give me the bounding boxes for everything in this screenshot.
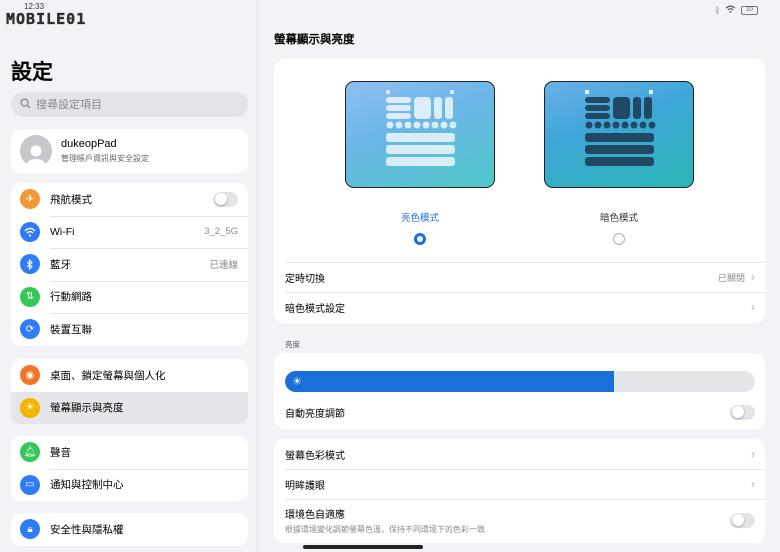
sidebar-item-continuity[interactable]: ⟳ 裝置互聯 [11,313,248,346]
sidebar-item-display[interactable]: ☀ 螢幕顯示與亮度 [11,391,248,424]
eye-comfort-row[interactable]: 明眸護眼 › [274,469,765,499]
continuity-icon: ⟳ [20,319,40,340]
brightness-section-label: 亮度 [285,340,300,349]
sidebar-item-label: 裝置互聯 [50,323,92,336]
auto-brightness-row: 自動亮度調節 [274,397,765,427]
brightness-slider[interactable]: ☀ [285,371,755,392]
sidebar-item-wallpaper[interactable]: ◉ 桌面、鎖定螢幕與個人化 [11,359,248,392]
main-panel: ᛒ 10 螢幕顯示與亮度 亮色模式 暗色模式 定時切換 已關閉 › 暗色模式設定… [259,0,780,552]
schedule-label: 定時切換 [285,273,325,285]
dark-mode-radio[interactable] [613,233,625,245]
sidebar-item-label: 行動網路 [50,291,92,304]
sun-icon: ☀ [292,376,302,388]
light-mode-radio[interactable] [414,233,426,245]
cellular-icon: ⇅ [20,286,40,307]
dark-mode-label: 暗色模式 [599,213,638,224]
brightness-slider-fill [285,371,614,392]
home-indicator [303,545,423,549]
profile-name: dukeopPad [61,138,117,150]
bell-icon: 🔔︎ [20,442,40,463]
sidebar-item-label: 飛航模式 [50,193,92,206]
color-mode-label: 螢幕色彩模式 [285,450,345,462]
palette-icon: ◉ [20,365,40,386]
airplane-toggle[interactable] [213,191,238,207]
wifi-status-icon [725,5,736,15]
profile-card[interactable]: dukeopPad 管理帳戶資訊與安全設定 [11,129,248,173]
brightness-icon: ☀ [20,397,40,418]
light-mode-label: 亮色模式 [400,213,439,224]
sidebar-item-label: Wi-Fi [50,225,75,238]
logo-text: MOBILE01 [6,10,87,28]
ambient-description: 根據環境變化調節螢幕色溫，保持不同環境下的色彩一致 [285,524,485,534]
sidebar-item-airplane[interactable]: ✈ 飛航模式 [11,183,248,216]
search-bar[interactable] [11,92,248,117]
sidebar: 12:33 MOBILE01 設定 dukeopPad 管理帳戶資訊與安全設定 … [0,0,258,552]
ambient-toggle[interactable] [730,512,755,528]
sidebar-item-label: 桌面、鎖定螢幕與個人化 [50,369,166,382]
dark-mode-preview [544,81,694,188]
sidebar-item-label: 安全性與隱私權 [50,523,124,536]
avatar [20,135,52,167]
light-mode-option[interactable]: 亮色模式 [345,81,495,245]
mobile01-logo: 12:33 MOBILE01 [6,2,87,28]
ambient-row: 環境色自適應 根據環境變化調節螢幕色溫，保持不同環境下的色彩一致 [274,499,765,541]
wifi-network-name: 3_2_5G [204,226,238,238]
schedule-value: 已關閉 [717,272,745,283]
bluetooth-status-icon: ᛒ [715,5,720,15]
sidebar-item-label: 通知與控制中心 [50,479,124,492]
auto-brightness-toggle[interactable] [730,404,755,420]
notification-icon: ▭ [20,474,40,495]
light-mode-preview [345,81,495,188]
battery-icon: 10 [741,5,758,15]
brightness-card: ☀ 自動亮度調節 [274,353,765,429]
sidebar-item-cellular[interactable]: ⇅ 行動網路 [11,280,248,314]
sidebar-item-label: 藍牙 [50,258,71,271]
sidebar-item-wifi[interactable]: Wi-Fi 3_2_5G [11,215,248,249]
status-bar: ᛒ 10 [715,5,758,15]
chevron-right-icon: › [751,270,755,284]
auto-brightness-label: 自動亮度調節 [285,408,345,420]
lock-icon: 🔒︎ [20,519,40,540]
sidebar-item-label: 螢幕顯示與亮度 [50,402,124,415]
page-title: 螢幕顯示與亮度 [274,34,355,46]
dark-mode-settings-label: 暗色模式設定 [285,303,345,315]
chevron-right-icon: › [751,300,755,314]
search-input[interactable] [36,98,236,111]
search-icon [20,96,31,114]
sidebar-item-sound[interactable]: 🔔︎ 聲音 [11,436,248,469]
status-clock: 12:33 [24,2,45,11]
sidebar-item-notifications[interactable]: ▭ 通知與控制中心 [11,468,248,502]
privacy-group: 🔒︎ 安全性與隱私權 [11,513,248,546]
chevron-right-icon: › [751,477,755,491]
chevron-right-icon: › [751,447,755,461]
connectivity-group: ✈ 飛航模式 Wi-Fi 3_2_5G 藍牙 已連線 ⇅ 行動網路 ⟳ 裝置互聯 [11,183,248,346]
eye-comfort-label: 明眸護眼 [285,480,325,492]
sidebar-item-bluetooth[interactable]: 藍牙 已連線 [11,248,248,281]
bluetooth-status: 已連線 [209,260,238,272]
display-group: ◉ 桌面、鎖定螢幕與個人化 ☀ 螢幕顯示與亮度 [11,359,248,424]
dark-mode-settings-row[interactable]: 暗色模式設定 › [274,292,765,322]
sidebar-item-label: 聲音 [50,446,71,459]
appearance-card: 亮色模式 暗色模式 定時切換 已關閉 › 暗色模式設定 › [274,59,765,323]
profile-subtitle: 管理帳戶資訊與安全設定 [61,154,149,163]
sidebar-title: 設定 [11,61,53,84]
sidebar-item-privacy[interactable]: 🔒︎ 安全性與隱私權 [11,513,248,546]
color-mode-row[interactable]: 螢幕色彩模式 › [274,439,765,469]
schedule-row[interactable]: 定時切換 已關閉 › [274,262,765,292]
airplane-icon: ✈ [20,189,40,210]
color-card: 螢幕色彩模式 › 明眸護眼 › 環境色自適應 根據環境變化調節螢幕色溫，保持不同… [274,439,765,543]
ambient-label: 環境色自適應 [285,509,345,521]
wifi-icon [20,221,40,242]
dark-mode-option[interactable]: 暗色模式 [544,81,694,245]
sound-group: 🔔︎ 聲音 ▭ 通知與控制中心 [11,436,248,501]
bluetooth-icon [20,254,40,275]
